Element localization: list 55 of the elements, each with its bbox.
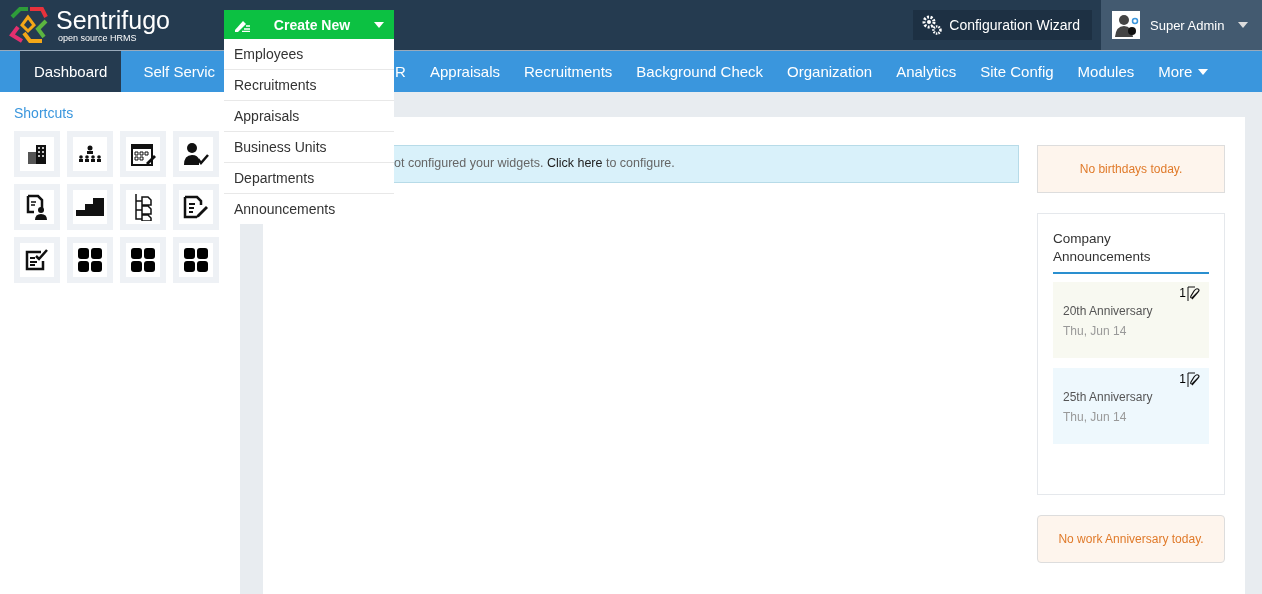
logo-subtitle: open source HRMS	[58, 33, 137, 43]
menu-item[interactable]: Recruitments	[224, 70, 394, 101]
grid-icon	[131, 248, 155, 272]
shortcut-button[interactable]	[173, 237, 219, 283]
shortcut-button[interactable]	[14, 131, 60, 177]
shortcut-button[interactable]	[67, 131, 113, 177]
menu-item[interactable]: Appraisals	[224, 101, 394, 132]
configure-link[interactable]: Click here	[546, 156, 603, 170]
shortcut-button[interactable]	[120, 237, 166, 283]
grid-icon	[78, 248, 102, 272]
menu-item[interactable]: Employees	[224, 39, 394, 70]
employee-document-icon	[26, 194, 48, 220]
shortcut-button[interactable]	[67, 237, 113, 283]
shortcut-button[interactable]	[120, 184, 166, 230]
logo-icon	[8, 7, 48, 43]
announcement-item[interactable]: 1 20th Anniversary Thu, Jun 14	[1053, 282, 1209, 358]
announcements-heading: Company Announcements	[1053, 230, 1209, 274]
attachment-icon	[1187, 286, 1201, 302]
attachment-count: 1	[1179, 372, 1186, 386]
announcement-date: Thu, Jun 14	[1063, 324, 1128, 338]
announcement-title: 25th Anniversary	[1063, 390, 1154, 404]
caret-icon	[374, 21, 384, 28]
caret-icon	[1198, 68, 1209, 75]
shortcut-button[interactable]	[173, 184, 219, 230]
logo-title: Sentrifugo	[56, 7, 170, 33]
gears-icon	[921, 14, 944, 36]
grid-icon	[184, 248, 208, 272]
nav-tab[interactable]: Dashboard	[20, 51, 122, 92]
announcement-title: 20th Anniversary	[1063, 304, 1154, 318]
announcement-item[interactable]: 1 25th Anniversary Thu, Jun 14	[1053, 368, 1209, 444]
steps-icon	[76, 198, 104, 216]
checklist-icon	[25, 249, 49, 271]
document-edit-icon	[183, 195, 209, 219]
user-check-icon	[183, 142, 209, 166]
birthdays-notice: No birthdays today.	[1037, 145, 1225, 193]
anniversary-notice: No work Anniversary today.	[1037, 515, 1225, 563]
building-icon	[26, 143, 48, 165]
user-settings-icon	[1112, 11, 1140, 39]
menu-item[interactable]: Announcements	[224, 194, 394, 224]
shortcut-button[interactable]	[120, 131, 166, 177]
menu-item[interactable]: Business Units	[224, 132, 394, 163]
shortcut-button[interactable]	[14, 237, 60, 283]
configuration-wizard-button[interactable]: Configuration Wizard	[913, 10, 1092, 40]
attachment-count: 1	[1179, 286, 1186, 300]
menu-item[interactable]: Departments	[224, 163, 394, 194]
team-icon	[77, 145, 103, 163]
shortcut-button[interactable]	[173, 131, 219, 177]
announcement-date: Thu, Jun 14	[1063, 410, 1128, 424]
attachment-icon	[1187, 372, 1201, 388]
user-menu[interactable]: Super Admin	[1101, 0, 1262, 50]
shortcut-button[interactable]	[14, 184, 60, 230]
shortcut-button[interactable]	[67, 184, 113, 230]
calendar-icon	[130, 141, 156, 167]
caret-icon	[1238, 22, 1249, 28]
file-tree-icon	[133, 193, 153, 221]
